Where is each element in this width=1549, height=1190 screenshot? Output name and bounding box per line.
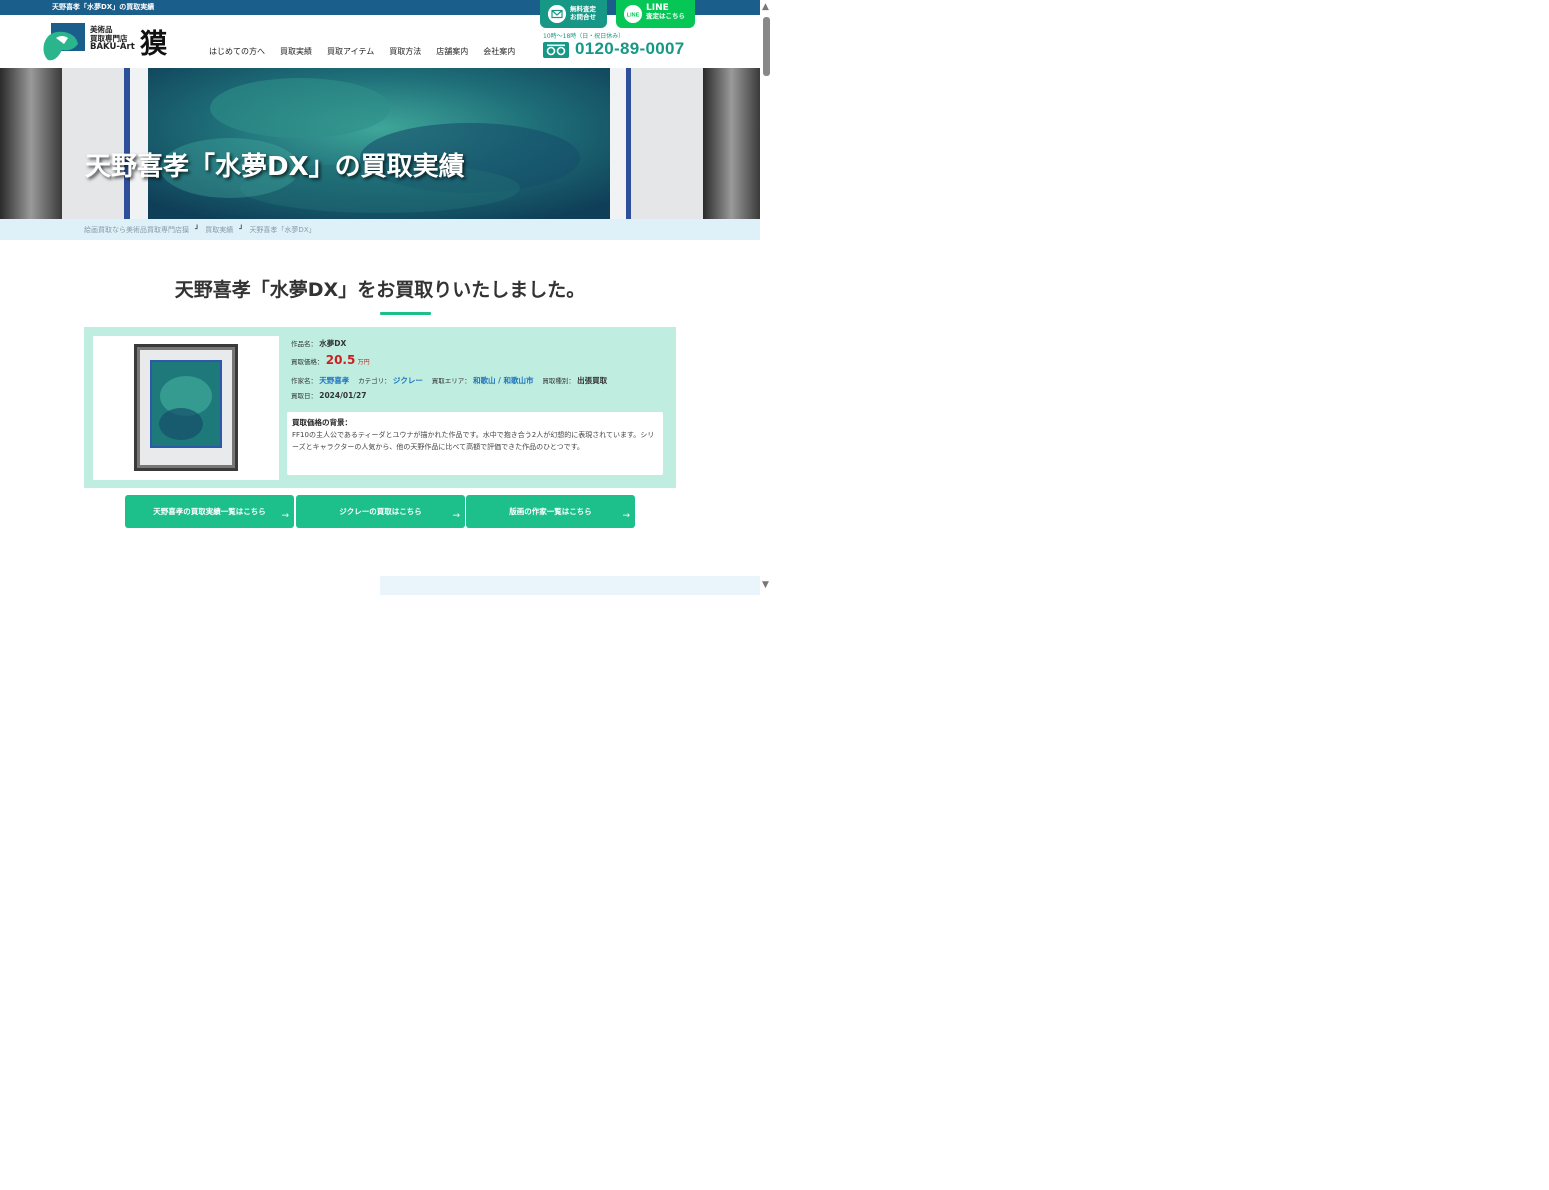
- price-value: 20.5: [325, 353, 356, 367]
- hero-artwork-image: [0, 68, 760, 219]
- line-button-label: LINE 査定はこちら: [646, 4, 685, 20]
- background-text: FF10の主人公であるティーダとユウナが描かれた作品です。水中で抱き合う2人が幻…: [292, 431, 655, 451]
- background-title: 買取価格の背景：: [292, 418, 352, 427]
- scroll-up-icon[interactable]: ▲: [762, 2, 769, 12]
- heading-underline: [380, 312, 431, 315]
- top-bar-title: 天野喜孝「水夢DX」の買取実績: [52, 3, 155, 11]
- hero-banner: 天野喜孝「水夢DX」の買取実績: [0, 68, 760, 219]
- baku-logo-icon: [42, 22, 86, 62]
- scroll-down-icon[interactable]: ▼: [762, 580, 769, 590]
- nav-item-stores[interactable]: 店舗案内: [429, 46, 476, 57]
- price-background-box: 買取価格の背景： FF10の主人公であるティーダとユウナが描かれた作品です。水中…: [287, 412, 663, 475]
- nav-item-company[interactable]: 会社案内: [476, 46, 523, 57]
- line-icon-text: LINE: [627, 13, 640, 19]
- hero-title: 天野喜孝「水夢DX」の買取実績: [85, 152, 465, 182]
- nav-item-method[interactable]: 買取方法: [382, 46, 429, 57]
- giclee-button[interactable]: ジクレーの買取はこちら →: [296, 495, 465, 528]
- framed-artwork-image: [134, 344, 238, 471]
- line-icon: LINE: [624, 5, 642, 23]
- nav-item-items[interactable]: 買取アイテム: [320, 46, 382, 57]
- price-label: 買取価格：: [291, 358, 324, 366]
- logo-kanji: 獏: [140, 29, 167, 60]
- print-artists-button-label: 版画の作家一覧はこちら: [509, 507, 592, 516]
- free-dial-icon: [543, 42, 569, 58]
- page-heading: 天野喜孝「水夢DX」をお買取りいたしました。: [174, 279, 586, 301]
- nav-item-first-time[interactable]: はじめての方へ: [209, 46, 273, 57]
- breadcrumb-separator-icon: ┛: [195, 225, 200, 233]
- browser-viewport: 天野喜孝「水夢DX」の買取実績 美術品 買取専門店 BAKU-Art 獏 はじめ…: [0, 0, 760, 595]
- breadcrumb: 絵画買取なら美術品買取専門店獏 ┛ 買取実績 ┛ 天野喜孝「水夢DX」: [0, 219, 760, 240]
- mail-icon: [548, 5, 566, 23]
- breadcrumb-results[interactable]: 買取実績: [205, 225, 233, 235]
- price-unit: 万円: [357, 359, 370, 366]
- title-value: 水夢DX: [319, 339, 347, 348]
- line-assessment-button[interactable]: LINE LINE 査定はこちら: [616, 0, 695, 28]
- site-logo[interactable]: 美術品 買取専門店 BAKU-Art 獏: [42, 22, 172, 62]
- line-button-line2: 査定はこちら: [646, 11, 685, 20]
- arrow-right-icon: →: [622, 511, 630, 521]
- area-link[interactable]: 和歌山 / 和歌山市: [473, 376, 533, 385]
- category-link[interactable]: ジクレー: [393, 376, 423, 385]
- breadcrumb-home[interactable]: 絵画買取なら美術品買取専門店獏: [84, 225, 189, 235]
- giclee-button-label: ジクレーの買取はこちら: [339, 507, 422, 516]
- phone-number: 0120-89-0007: [575, 39, 685, 58]
- date-label: 買取日：: [291, 392, 317, 400]
- breadcrumb-current: 天野喜孝「水夢DX」: [249, 226, 316, 234]
- breadcrumb-separator-icon: ┛: [239, 225, 244, 233]
- meta-date-row: 買取日： 2024/01/27: [291, 390, 366, 400]
- scrollbar-thumb[interactable]: [763, 17, 770, 76]
- category-label: カテゴリ：: [358, 377, 391, 385]
- meta-price-row: 買取価格： 20.5 万円: [291, 353, 370, 367]
- global-nav: はじめての方へ 買取実績 買取アイテム 買取方法 店舗案内 会社案内: [209, 46, 523, 57]
- artwork-thumbnail[interactable]: [93, 336, 279, 480]
- artist-results-button-label: 天野喜孝の買取実績一覧はこちら: [153, 507, 266, 516]
- mail-inquiry-button[interactable]: 無料査定 お問合せ: [540, 0, 607, 28]
- nav-item-results[interactable]: 買取実績: [273, 46, 320, 57]
- artist-link[interactable]: 天野喜孝: [319, 376, 349, 385]
- lower-section-strip: [380, 576, 760, 595]
- mail-button-label: 無料査定 お問合せ: [570, 5, 596, 21]
- date-value: 2024/01/27: [319, 391, 367, 400]
- type-label: 買取種別：: [542, 377, 575, 385]
- meta-detail-row: 作家名： 天野喜孝 カテゴリ： ジクレー 買取エリア： 和歌山 / 和歌山市 買…: [291, 375, 607, 386]
- meta-title-row: 作品名： 水夢DX: [291, 338, 346, 349]
- logo-line-3: BAKU-Art: [90, 42, 135, 52]
- page-scrollbar[interactable]: ▲ ▼: [760, 0, 774, 595]
- breadcrumb-list: 絵画買取なら美術品買取専門店獏 ┛ 買取実績 ┛ 天野喜孝「水夢DX」: [84, 225, 316, 235]
- area-label: 買取エリア：: [431, 377, 471, 385]
- title-label: 作品名：: [291, 340, 317, 348]
- type-value: 出張買取: [577, 376, 608, 385]
- purchase-record-card: 作品名： 水夢DX 買取価格： 20.5 万円 作家名： 天野喜孝 カテゴリ： …: [84, 327, 676, 488]
- artist-results-button[interactable]: 天野喜孝の買取実績一覧はこちら →: [125, 495, 294, 528]
- artist-label: 作家名：: [291, 377, 317, 385]
- mail-button-line2: お問合せ: [570, 12, 596, 21]
- arrow-right-icon: →: [281, 511, 289, 521]
- print-artists-button[interactable]: 版画の作家一覧はこちら →: [466, 495, 635, 528]
- logo-line-1: 美術品: [90, 25, 113, 34]
- arrow-right-icon: →: [452, 511, 460, 521]
